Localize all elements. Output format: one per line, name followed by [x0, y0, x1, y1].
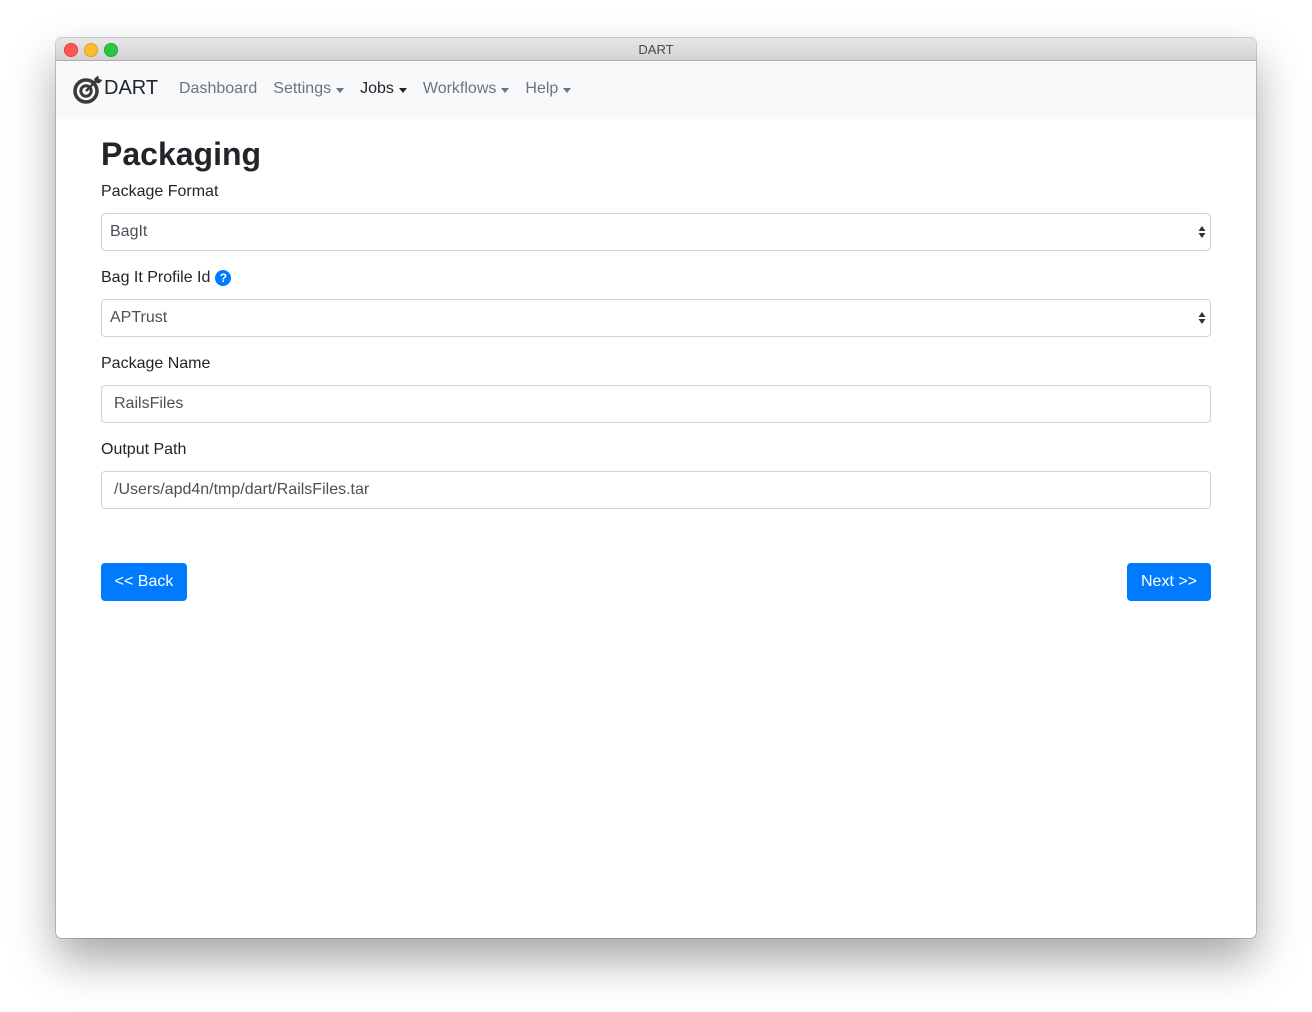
back-button[interactable]: << Back [101, 563, 187, 601]
caret-down-icon [501, 87, 510, 93]
output-path-value: /Users/apd4n/tmp/dart/RailsFiles.tar [114, 481, 370, 498]
package-format-value: BagIt [110, 223, 148, 240]
nav-jobs-label: Jobs [360, 80, 394, 97]
brand[interactable]: DART [73, 75, 158, 105]
output-path-input[interactable]: /Users/apd4n/tmp/dart/RailsFiles.tar [101, 471, 1211, 509]
main-nav: Dashboard Settings Jobs Workflows Help [179, 80, 587, 98]
brand-name: DART [104, 76, 159, 99]
caret-down-icon [398, 87, 407, 93]
nav-workflows-label: Workflows [422, 80, 497, 97]
package-name-label: Package Name [101, 355, 211, 372]
next-button[interactable]: Next >> [1127, 563, 1211, 601]
bagit-profile-value: APTrust [110, 309, 168, 326]
select-arrows-icon [1198, 226, 1206, 238]
package-name-value: RailsFiles [114, 395, 184, 412]
target-dart-icon [73, 75, 103, 104]
package-format-label: Package Format [101, 183, 219, 200]
select-arrows-icon [1198, 312, 1206, 324]
nav-dashboard[interactable]: Dashboard [179, 80, 257, 98]
caret-down-icon [336, 87, 345, 93]
window-title: DART [638, 42, 674, 57]
bagit-profile-select[interactable]: APTrust [101, 299, 1211, 337]
package-format-select[interactable]: BagIt [101, 213, 1211, 251]
package-name-input[interactable]: RailsFiles [101, 385, 1211, 423]
bagit-profile-label-text: Bag It Profile Id [101, 269, 211, 286]
app-window: DART DART Dashboard Settings Jobs Workfl… [56, 38, 1256, 938]
nav-dashboard-label: Dashboard [179, 80, 258, 97]
output-path-label: Output Path [101, 441, 187, 458]
nav-settings[interactable]: Settings [273, 80, 345, 98]
nav-help[interactable]: Help [525, 80, 572, 98]
question-circle-icon[interactable]: ? [215, 270, 232, 286]
nav-jobs[interactable]: Jobs [360, 80, 407, 98]
navbar: DART Dashboard Settings Jobs Workflows H… [56, 61, 1256, 119]
caret-down-icon [563, 87, 572, 93]
nav-help-label: Help [525, 80, 559, 97]
bagit-profile-label: Bag It Profile Id ? [101, 269, 232, 287]
title-bar: DART [56, 38, 1256, 61]
nav-workflows[interactable]: Workflows [423, 80, 510, 98]
page-title: Packaging [101, 136, 262, 172]
nav-settings-label: Settings [273, 80, 332, 97]
